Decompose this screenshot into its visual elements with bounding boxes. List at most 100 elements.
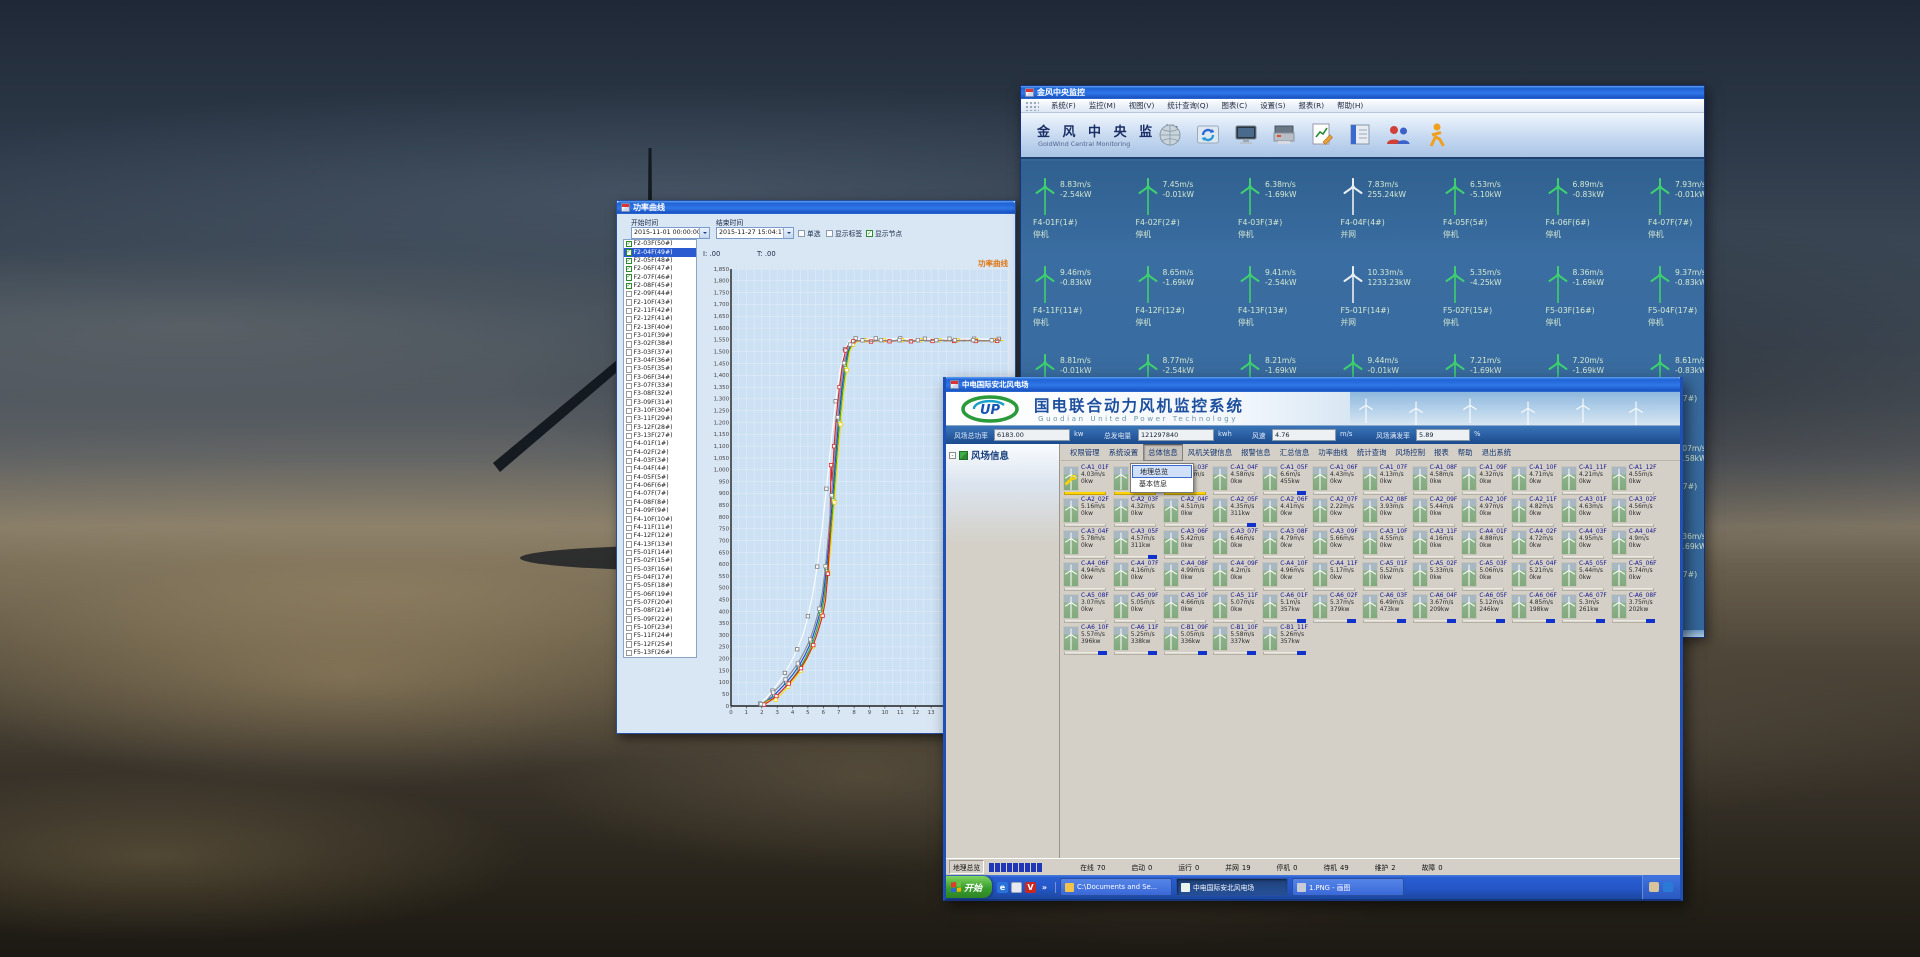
guodian-titlebar[interactable]: 中电国际安北风电场 [946, 377, 1680, 392]
menu-item[interactable]: 统计查询(Q) [1167, 100, 1208, 111]
turbine-list-item[interactable]: F5-01F(14#) [624, 549, 696, 557]
turbine-checkbox-icon[interactable] [626, 299, 633, 306]
turbine-cell[interactable]: C-A6_08F3.75m/s202kw [1611, 593, 1660, 625]
turbine-cell[interactable]: C-A2_09F5.44m/s0kw [1412, 497, 1461, 529]
checkbox-icon[interactable] [826, 230, 833, 237]
toolbar-item[interactable]: 汇总信息 [1276, 445, 1314, 460]
turbine-list-item[interactable]: F3-08F(32#) [624, 390, 696, 398]
turbine-list-item[interactable]: ✓F2-04F(49#) [624, 248, 696, 256]
turbine-cell[interactable]: C-A1_05F6.6m/s455kw [1262, 465, 1311, 497]
turbine-cell[interactable]: C-A1_11F4.21m/s0kw [1561, 465, 1610, 497]
turbine-cell[interactable]: C-A1_08F4.58m/s0kw [1412, 465, 1461, 497]
turbine-checkbox-icon[interactable] [626, 441, 633, 448]
turbine-list-item[interactable]: F5-06F(19#) [624, 590, 696, 598]
turbine-checkbox-icon[interactable] [626, 566, 633, 573]
toolbar-item[interactable]: 退出系统 [1478, 445, 1516, 460]
menu-item[interactable]: 报表(R) [1298, 100, 1324, 111]
turbine-list-item[interactable]: F4-07F(7#) [624, 490, 696, 498]
turbine-cell[interactable]: C-A5_01F5.52m/s0kw [1362, 561, 1411, 593]
turbine-cell[interactable]: C-A1_01F4.03m/s0kw [1063, 465, 1112, 497]
turbine-cell[interactable]: C-A5_10F4.66m/s0kw [1163, 593, 1212, 625]
turbine-list-item[interactable]: F4-02F(2#) [624, 449, 696, 457]
turbine-cell[interactable]: C-A4_07F4.16m/s0kw [1113, 561, 1162, 593]
exit-person-icon[interactable] [1423, 121, 1449, 149]
turbine-list-item[interactable]: F3-11F(29#) [624, 415, 696, 423]
turbine-checkbox-icon[interactable] [626, 408, 633, 415]
turbine-checkbox-icon[interactable] [626, 341, 633, 348]
turbine-cell[interactable]: C-A4_06F4.94m/s0kw [1063, 561, 1112, 593]
turbine-checkbox-icon[interactable] [626, 516, 633, 523]
turbine-checkbox-icon[interactable] [626, 616, 633, 623]
turbine-cell[interactable]: C-A5_11F5.07m/s0kw [1212, 593, 1261, 625]
turbine-cell[interactable]: C-A5_02F5.33m/s0kw [1412, 561, 1461, 593]
wind-speed-value[interactable]: 4.76 [1272, 429, 1336, 441]
turbine-list-item[interactable]: F4-01F(1#) [624, 440, 696, 448]
power-curve-titlebar[interactable]: 功率曲线 [617, 201, 1015, 214]
turbine-checkbox-icon[interactable] [626, 633, 633, 640]
turbine-cell[interactable]: C-A4_09F4.2m/s0kw [1212, 561, 1261, 593]
turbine-status-cell[interactable]: 6.53m/s-5.10kWF4-05F(5#)停机 [1443, 178, 1539, 262]
turbine-list-item[interactable]: F5-04F(17#) [624, 574, 696, 582]
turbine-status-cell[interactable]: 9.41m/s-2.54kWF4-13F(13#)停机 [1238, 266, 1334, 350]
turbine-cell[interactable]: C-A2_06F4.41m/s0kw [1262, 497, 1311, 529]
turbine-list-item[interactable]: F3-02F(38#) [624, 340, 696, 348]
taskbar-task[interactable]: C:\Documents and Se... [1060, 878, 1172, 896]
menu-item[interactable]: 视图(V) [1129, 100, 1155, 111]
turbine-list-item[interactable]: F3-06F(34#) [624, 374, 696, 382]
turbine-cell[interactable]: C-A6_06F4.85m/s198kw [1511, 593, 1560, 625]
users-icon[interactable] [1385, 121, 1411, 149]
turbine-checkbox-icon[interactable] [626, 316, 633, 323]
hand-icon[interactable] [1649, 882, 1659, 892]
turbine-list-item[interactable]: F5-02F(15#) [624, 557, 696, 565]
toolbar-item[interactable]: 统计查询 [1353, 445, 1391, 460]
turbine-cell[interactable]: C-A3_06F5.42m/s0kw [1163, 529, 1212, 561]
turbine-list-item[interactable]: F4-10F(10#) [624, 515, 696, 523]
turbine-checkbox-icon[interactable] [626, 291, 633, 298]
turbine-cell[interactable]: C-A5_08F3.07m/s0kw [1063, 593, 1112, 625]
show-nodes-checkbox[interactable]: ✓ 显示节点 [866, 228, 902, 238]
turbine-list-item[interactable]: F5-03F(16#) [624, 565, 696, 573]
turbine-status-cell[interactable]: 8.83m/s-2.54kWF4-01F(1#)停机 [1033, 178, 1129, 262]
turbine-checkbox-icon[interactable] [626, 583, 633, 590]
antivirus-icon[interactable]: V [1025, 882, 1036, 893]
turbine-list-item[interactable]: F5-07F(20#) [624, 599, 696, 607]
turbine-checkbox-icon[interactable] [626, 625, 633, 632]
checkbox-icon[interactable] [798, 230, 805, 237]
turbine-checkbox-icon[interactable]: ✓ [626, 283, 633, 290]
total-energy-value[interactable]: 121297840 [1138, 429, 1214, 441]
turbine-checkbox-icon[interactable] [626, 591, 633, 598]
turbine-status-cell[interactable]: 5.35m/s-4.25kWF5-02F(15#)停机 [1443, 266, 1539, 350]
turbine-select-list[interactable]: ✓F2-03F(50#)✓F2-04F(49#)✓F2-05F(48#)✓F2-… [623, 239, 697, 658]
turbine-checkbox-icon[interactable] [626, 650, 633, 657]
turbine-cell[interactable]: C-A3_11F4.16m/s0kw [1412, 529, 1461, 561]
turbine-checkbox-icon[interactable] [626, 608, 633, 615]
turbine-cell[interactable]: C-A6_07F5.3m/s261kw [1561, 593, 1610, 625]
turbine-cell[interactable]: C-A1_12F4.55m/s0kw [1611, 465, 1660, 497]
turbine-checkbox-icon[interactable] [626, 525, 633, 532]
toolbar-item[interactable]: 报表 [1430, 445, 1453, 460]
total-power-value[interactable]: 6183.00 [994, 429, 1070, 441]
tree-expand-icon[interactable]: - [949, 452, 956, 459]
turbine-cell[interactable]: C-A4_03F4.95m/s0kw [1561, 529, 1610, 561]
turbine-cell[interactable]: C-A3_08F4.79m/s0kw [1262, 529, 1311, 561]
end-time-picker[interactable]: 2015-11-27 15:04:17 [716, 227, 794, 239]
turbine-checkbox-icon[interactable] [626, 600, 633, 607]
overflow-chevron[interactable]: » [1039, 882, 1050, 893]
turbine-list-item[interactable]: F2-10F(43#) [624, 298, 696, 306]
turbine-cell[interactable]: C-A6_05F5.12m/s246kw [1461, 593, 1510, 625]
turbine-cell[interactable]: C-A5_04F5.21m/s0kw [1511, 561, 1560, 593]
toolbar-item[interactable]: 权限管理 [1066, 445, 1104, 460]
turbine-list-item[interactable]: F3-10F(30#) [624, 407, 696, 415]
turbine-checkbox-icon[interactable] [626, 491, 633, 498]
turbine-checkbox-icon[interactable] [626, 533, 633, 540]
turbine-cell[interactable]: C-A4_11F5.17m/s0kw [1312, 561, 1361, 593]
turbine-cell[interactable]: C-B1_11F5.26m/s357kw [1262, 625, 1311, 657]
turbine-cell[interactable]: C-A6_03F6.49m/s473kw [1362, 593, 1411, 625]
show-labels-checkbox[interactable]: 显示标签 [826, 228, 862, 238]
turbine-cell[interactable]: C-A2_03F4.32m/s0kw [1113, 497, 1162, 529]
turbine-status-cell[interactable]: 9.37m/s-0.83kWF5-04F(17#)停机 [1648, 266, 1705, 350]
turbine-cell[interactable]: C-A1_09F4.32m/s0kw [1461, 465, 1510, 497]
turbine-checkbox-icon[interactable] [626, 550, 633, 557]
turbine-checkbox-icon[interactable] [626, 333, 633, 340]
turbine-cell[interactable]: C-A1_07F4.13m/s0kw [1362, 465, 1411, 497]
